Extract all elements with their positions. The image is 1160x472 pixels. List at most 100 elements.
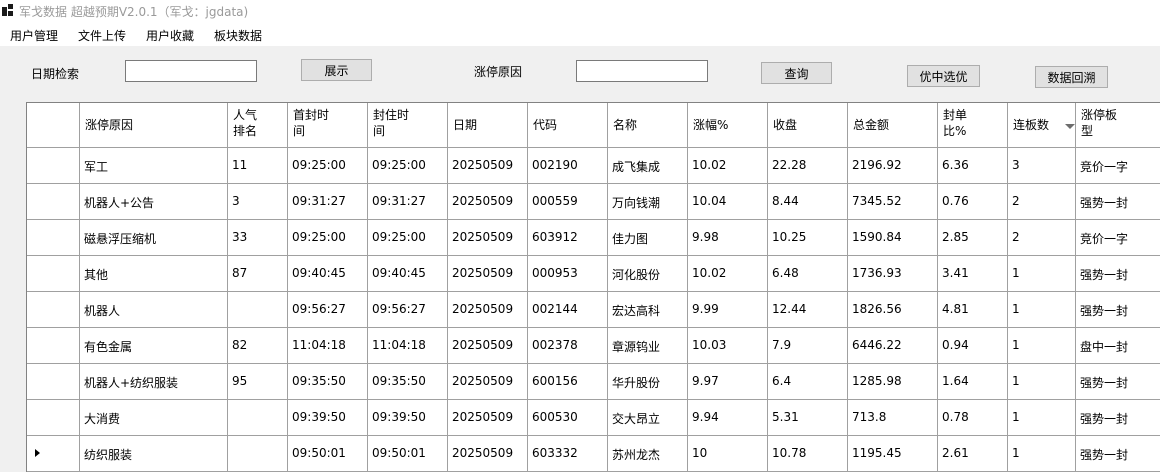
data-backtest-button[interactable]: 数据回溯	[1035, 66, 1108, 88]
cell-code[interactable]: 002190	[532, 158, 578, 172]
cell-limit-type[interactable]: 盘中一封	[1080, 338, 1128, 355]
table-row[interactable]	[27, 291, 1160, 327]
cell-popularity-rank[interactable]: 95	[232, 374, 247, 388]
cell-total-amount[interactable]: 7345.52	[852, 194, 902, 208]
cell-code[interactable]: 002144	[532, 302, 578, 316]
cell-name[interactable]: 苏州龙杰	[612, 446, 660, 463]
cell-date[interactable]: 20250509	[452, 230, 513, 244]
cell-limit-type[interactable]: 竞价一字	[1080, 230, 1128, 247]
cell-change-pct[interactable]: 10.03	[692, 338, 726, 352]
column-header-total-amount[interactable]: 总金额	[853, 117, 889, 133]
cell-total-amount[interactable]: 713.8	[852, 410, 886, 424]
cell-consecutive-boards[interactable]: 1	[1012, 446, 1020, 460]
column-header-date[interactable]: 日期	[453, 117, 477, 133]
cell-first-seal-time[interactable]: 09:39:50	[292, 410, 346, 424]
query-button[interactable]: 查询	[761, 62, 832, 84]
cell-code[interactable]: 000953	[532, 266, 578, 280]
cell-limit-reason[interactable]: 机器人+纺织服装	[84, 374, 178, 391]
cell-first-seal-time[interactable]: 09:25:00	[292, 230, 346, 244]
cell-limit-type[interactable]: 强势一封	[1080, 446, 1128, 463]
cell-first-seal-time[interactable]: 09:35:50	[292, 374, 346, 388]
menu-user-favorites[interactable]: 用户收藏	[146, 27, 194, 44]
cell-total-amount[interactable]: 1285.98	[852, 374, 902, 388]
cell-change-pct[interactable]: 10.04	[692, 194, 726, 208]
cell-name[interactable]: 宏达高科	[612, 302, 660, 319]
cell-seal-time[interactable]: 09:25:00	[372, 230, 426, 244]
cell-first-seal-time[interactable]: 11:04:18	[292, 338, 346, 352]
cell-limit-type[interactable]: 强势一封	[1080, 266, 1128, 283]
cell-change-pct[interactable]: 9.99	[692, 302, 719, 316]
cell-seal-time[interactable]: 09:50:01	[372, 446, 426, 460]
cell-first-seal-time[interactable]: 09:56:27	[292, 302, 346, 316]
cell-consecutive-boards[interactable]: 2	[1012, 230, 1020, 244]
cell-seal-ratio[interactable]: 0.78	[942, 410, 969, 424]
cell-seal-ratio[interactable]: 6.36	[942, 158, 969, 172]
cell-change-pct[interactable]: 10	[692, 446, 707, 460]
cell-first-seal-time[interactable]: 09:50:01	[292, 446, 346, 460]
column-header-seal-ratio[interactable]: 封单 比%	[943, 107, 967, 139]
cell-name[interactable]: 华升股份	[612, 374, 660, 391]
table-row[interactable]	[27, 399, 1160, 435]
column-header-change-pct[interactable]: 涨幅%	[693, 117, 728, 133]
cell-change-pct[interactable]: 10.02	[692, 266, 726, 280]
table-row[interactable]	[27, 147, 1160, 183]
cell-consecutive-boards[interactable]: 3	[1012, 158, 1020, 172]
cell-first-seal-time[interactable]: 09:40:45	[292, 266, 346, 280]
cell-close[interactable]: 6.4	[772, 374, 791, 388]
cell-code[interactable]: 603912	[532, 230, 578, 244]
cell-close[interactable]: 6.48	[772, 266, 799, 280]
cell-consecutive-boards[interactable]: 1	[1012, 302, 1020, 316]
cell-close[interactable]: 10.25	[772, 230, 806, 244]
cell-consecutive-boards[interactable]: 2	[1012, 194, 1020, 208]
menu-file-upload[interactable]: 文件上传	[78, 27, 126, 44]
cell-close[interactable]: 22.28	[772, 158, 806, 172]
cell-name[interactable]: 成飞集成	[612, 158, 660, 175]
column-header-code[interactable]: 代码	[533, 117, 557, 133]
cell-limit-reason[interactable]: 有色金属	[84, 338, 132, 355]
cell-limit-reason[interactable]: 军工	[84, 158, 108, 175]
cell-seal-time[interactable]: 09:39:50	[372, 410, 426, 424]
column-header-close[interactable]: 收盘	[773, 117, 797, 133]
cell-seal-time[interactable]: 11:04:18	[372, 338, 426, 352]
cell-name[interactable]: 万向钱潮	[612, 194, 660, 211]
table-row[interactable]	[27, 363, 1160, 399]
cell-limit-reason[interactable]: 其他	[84, 266, 108, 283]
cell-first-seal-time[interactable]: 09:25:00	[292, 158, 346, 172]
table-row[interactable]	[27, 435, 1160, 471]
cell-change-pct[interactable]: 10.02	[692, 158, 726, 172]
cell-code[interactable]: 600156	[532, 374, 578, 388]
cell-seal-time[interactable]: 09:31:27	[372, 194, 426, 208]
cell-popularity-rank[interactable]: 3	[232, 194, 240, 208]
cell-code[interactable]: 002378	[532, 338, 578, 352]
cell-name[interactable]: 佳力图	[612, 230, 648, 247]
cell-close[interactable]: 7.9	[772, 338, 791, 352]
cell-total-amount[interactable]: 2196.92	[852, 158, 902, 172]
cell-seal-ratio[interactable]: 2.85	[942, 230, 969, 244]
cell-code[interactable]: 000559	[532, 194, 578, 208]
cell-total-amount[interactable]: 1195.45	[852, 446, 902, 460]
column-header-seal-time[interactable]: 封住时 间	[373, 107, 409, 139]
cell-limit-type[interactable]: 强势一封	[1080, 194, 1128, 211]
cell-close[interactable]: 12.44	[772, 302, 806, 316]
cell-limit-type[interactable]: 强势一封	[1080, 410, 1128, 427]
cell-popularity-rank[interactable]: 82	[232, 338, 247, 352]
cell-seal-ratio[interactable]: 1.64	[942, 374, 969, 388]
cell-total-amount[interactable]: 1736.93	[852, 266, 902, 280]
cell-date[interactable]: 20250509	[452, 266, 513, 280]
cell-seal-ratio[interactable]: 0.76	[942, 194, 969, 208]
column-header-limit-reason[interactable]: 涨停原因	[85, 117, 133, 133]
cell-date[interactable]: 20250509	[452, 158, 513, 172]
menu-user-management[interactable]: 用户管理	[10, 27, 58, 44]
cell-popularity-rank[interactable]: 33	[232, 230, 247, 244]
cell-seal-time[interactable]: 09:35:50	[372, 374, 426, 388]
table-row[interactable]	[27, 327, 1160, 363]
column-header-consecutive-boards[interactable]: 连板数	[1013, 117, 1049, 133]
cell-name[interactable]: 章源钨业	[612, 338, 660, 355]
cell-change-pct[interactable]: 9.97	[692, 374, 719, 388]
table-row[interactable]	[27, 183, 1160, 219]
limit-up-data-grid[interactable]: 涨停原因 人气 排名 首封时 间 封住时 间 日期 代码 名称 涨幅% 收盘 总金额 封单 比% 连板…	[26, 102, 1160, 472]
cell-consecutive-boards[interactable]: 1	[1012, 338, 1020, 352]
cell-change-pct[interactable]: 9.94	[692, 410, 719, 424]
table-row[interactable]	[27, 219, 1160, 255]
cell-name[interactable]: 交大昂立	[612, 410, 660, 427]
